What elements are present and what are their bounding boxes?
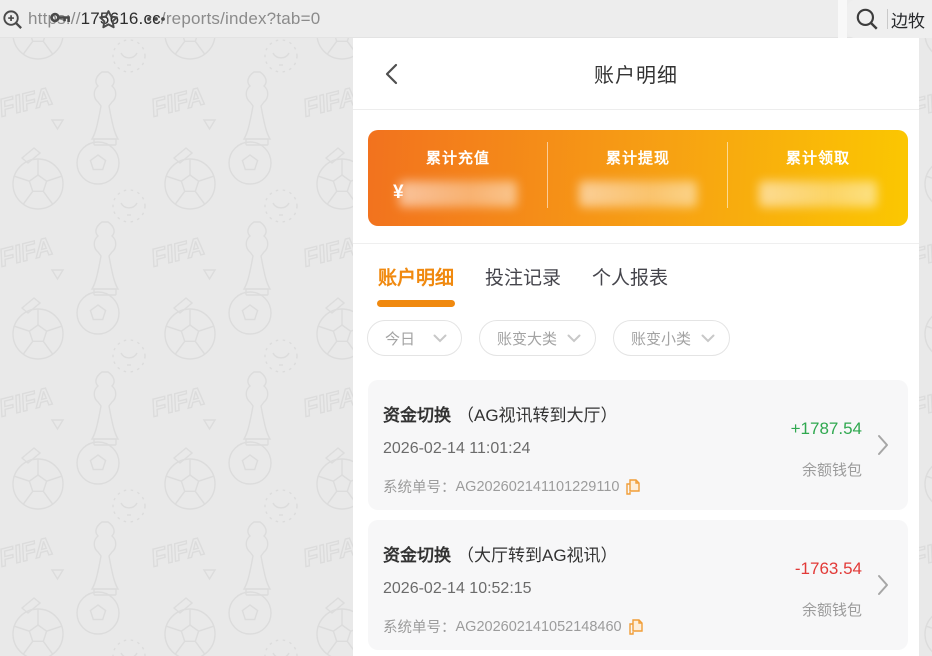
tab-account-detail[interactable]: 账户明细: [378, 263, 454, 307]
summary-claim: 累计领取: [728, 130, 908, 226]
txn-wallet: 余额钱包: [791, 459, 862, 480]
blurred-amount: [579, 181, 697, 207]
section-divider: [353, 243, 919, 244]
filter-label: 账变大类: [497, 328, 557, 349]
search-input-text[interactable]: 边牧: [891, 7, 925, 32]
txn-title: 资金切换 （AG视讯转到大厅）: [383, 401, 618, 426]
account-detail-panel: 账户明细 累计充值 ¥ 累计提现 累计领取 账户明细: [353, 38, 919, 656]
txn-order-number: AG202602141052148460: [456, 619, 622, 635]
txn-datetime: 2026-02-14 11:01:24: [383, 440, 530, 458]
filter-date-dropdown[interactable]: 今日: [367, 320, 462, 356]
zoom-in-icon[interactable]: [0, 7, 24, 31]
active-tab-underline: [377, 300, 455, 307]
blurred-amount: [399, 181, 517, 207]
transaction-row[interactable]: 资金切换 （大厅转到AG视讯） 2026-02-14 10:52:15 系统单号：…: [368, 520, 908, 650]
summary-withdraw: 累计提现: [548, 130, 728, 226]
chevron-right-icon[interactable]: [877, 434, 889, 456]
filter-category-minor-dropdown[interactable]: 账变小类: [613, 320, 730, 356]
tab-personal-report[interactable]: 个人报表: [592, 263, 668, 307]
transaction-row[interactable]: 资金切换 （AG视讯转到大厅） 2026-02-14 11:01:24 系统单号：…: [368, 380, 908, 510]
txn-amount-block: +1787.54 余额钱包: [791, 419, 862, 480]
summary-recharge-label: 累计充值: [368, 147, 548, 168]
search-icon: [854, 6, 880, 32]
tab-bet-records[interactable]: 投注记录: [485, 263, 561, 307]
filter-label: 今日: [385, 328, 415, 349]
txn-title: 资金切换 （大厅转到AG视讯）: [383, 541, 618, 566]
txn-amount-block: -1763.54 余额钱包: [795, 559, 862, 620]
tab-label: 个人报表: [592, 268, 668, 289]
txn-wallet: 余额钱包: [795, 599, 862, 620]
url-path: /reports/index?tab=0: [161, 9, 320, 28]
summary-claim-label: 累计领取: [728, 147, 908, 168]
browser-toolbar: https://175616.cc/reports/index?tab=0 边牧: [0, 0, 932, 38]
summary-withdraw-value: [579, 181, 697, 207]
toolbar-divider: [838, 0, 847, 38]
app-header: 账户明细: [353, 38, 919, 110]
chevron-down-icon: [433, 334, 447, 343]
chevron-down-icon: [567, 334, 581, 343]
summary-recharge: 累计充值 ¥: [368, 130, 548, 226]
txn-datetime: 2026-02-14 10:52:15: [383, 580, 532, 598]
transaction-list: 资金切换 （AG视讯转到大厅） 2026-02-14 11:01:24 系统单号：…: [368, 380, 908, 650]
summary-card: 累计充值 ¥ 累计提现 累计领取: [368, 130, 908, 226]
txn-type: 资金切换: [383, 406, 451, 425]
chevron-right-icon[interactable]: [877, 574, 889, 596]
page-title: 账户明细: [594, 59, 678, 88]
txn-order-label: 系统单号：: [383, 616, 456, 637]
search-box[interactable]: 边牧: [847, 0, 932, 38]
tab-label: 投注记录: [485, 268, 561, 289]
summary-claim-value: [759, 181, 877, 207]
txn-order-label: 系统单号：: [383, 476, 456, 497]
currency-symbol: ¥: [393, 182, 404, 204]
filter-category-major-dropdown[interactable]: 账变大类: [479, 320, 596, 356]
txn-type: 资金切换: [383, 546, 451, 565]
copy-icon[interactable]: [629, 619, 643, 635]
blurred-amount: [759, 181, 877, 207]
txn-amount: +1787.54: [791, 419, 862, 439]
more-menu-icon[interactable]: [144, 7, 168, 31]
txn-order-number: AG202602141101229110: [456, 479, 620, 495]
txn-amount: -1763.54: [795, 559, 862, 579]
summary-withdraw-label: 累计提现: [548, 147, 728, 168]
bookmark-star-icon[interactable]: [96, 7, 120, 31]
txn-order-row: 系统单号： AG202602141052148460: [383, 616, 643, 637]
tab-label: 账户明细: [378, 268, 454, 289]
back-icon[interactable]: [380, 61, 406, 87]
chevron-down-icon: [701, 334, 715, 343]
text-cursor: [887, 9, 888, 29]
tabs: 账户明细 投注记录 个人报表: [378, 263, 919, 307]
txn-detail: （AG视讯转到大厅）: [457, 406, 618, 425]
txn-detail: （大厅转到AG视讯）: [457, 546, 618, 565]
filter-label: 账变小类: [631, 328, 691, 349]
summary-recharge-value: ¥: [399, 181, 517, 207]
copy-icon[interactable]: [626, 479, 640, 495]
txn-order-row: 系统单号： AG202602141101229110: [383, 476, 640, 497]
filters: 今日 账变大类 账变小类: [367, 320, 919, 356]
password-key-icon[interactable]: [48, 7, 72, 31]
